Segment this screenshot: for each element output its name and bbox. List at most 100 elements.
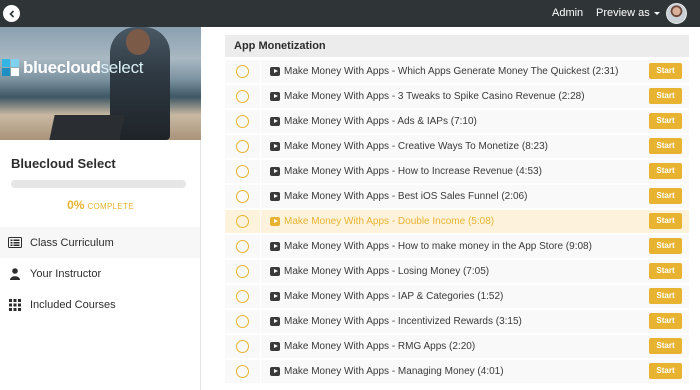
- lecture-title[interactable]: Make Money With Apps - Double Income (5:…: [284, 215, 494, 228]
- avatar[interactable]: [666, 3, 687, 24]
- lecture-row[interactable]: Make Money With Apps - IAP & Categories …: [225, 285, 689, 308]
- lecture-row[interactable]: Make Money With Apps - Creative Ways To …: [225, 135, 689, 158]
- row-divider: [260, 60, 261, 83]
- completion-circle-icon[interactable]: [236, 115, 249, 128]
- start-button[interactable]: Start: [649, 213, 682, 229]
- start-button[interactable]: Start: [649, 363, 682, 379]
- row-divider: [260, 285, 261, 308]
- video-play-icon: [270, 267, 280, 276]
- video-play-icon: [270, 217, 280, 226]
- completion-circle-icon[interactable]: [236, 240, 249, 253]
- progress-percent: 0%: [67, 198, 85, 212]
- lecture-title[interactable]: Make Money With Apps - IAP & Categories …: [284, 290, 503, 303]
- row-divider: [260, 235, 261, 258]
- video-play-icon: [270, 292, 280, 301]
- course-title: Bluecloud Select: [11, 156, 116, 171]
- start-button[interactable]: Start: [649, 63, 682, 79]
- curriculum-icon: [8, 236, 22, 250]
- video-play-icon: [270, 92, 280, 101]
- hero-laptop: [49, 115, 125, 140]
- video-play-icon: [270, 167, 280, 176]
- lecture-title[interactable]: Make Money With Apps - Managing Money (4…: [284, 365, 504, 378]
- row-divider: [260, 210, 261, 233]
- start-button[interactable]: Start: [649, 188, 682, 204]
- lecture-row[interactable]: Make Money With Apps - Incentivized Rewa…: [225, 310, 689, 333]
- lecture-title[interactable]: Make Money With Apps - Creative Ways To …: [284, 140, 548, 153]
- lecture-row[interactable]: Make Money With Apps - How to Increase R…: [225, 160, 689, 183]
- video-play-icon: [270, 117, 280, 126]
- lecture-title[interactable]: Make Money With Apps - Losing Money (7:0…: [284, 265, 489, 278]
- lecture-row[interactable]: Make Money With Apps - 3 Tweaks to Spike…: [225, 85, 689, 108]
- logo-mark-icon: [2, 59, 20, 77]
- start-button[interactable]: Start: [649, 163, 682, 179]
- lecture-row[interactable]: Make Money With Apps - RMG Apps (2:20) St…: [225, 335, 689, 358]
- lecture-title[interactable]: Make Money With Apps - RMG Apps (2:20): [284, 340, 475, 353]
- row-divider: [260, 135, 261, 158]
- hero-person-head: [126, 29, 150, 55]
- lecture-row[interactable]: Make Money With Apps - Double Income (5:…: [225, 210, 689, 233]
- lecture-row[interactable]: Make Money With Apps - Ads & IAPs (7:10)…: [225, 110, 689, 133]
- start-button[interactable]: Start: [649, 238, 682, 254]
- video-play-icon: [270, 242, 280, 251]
- row-divider: [260, 185, 261, 208]
- completion-circle-icon[interactable]: [236, 365, 249, 378]
- lecture-row[interactable]: Make Money With Apps - Which Apps Genera…: [225, 60, 689, 83]
- preview-as-label: Preview as: [596, 7, 650, 19]
- progress-bar: [11, 180, 186, 188]
- completion-circle-icon[interactable]: [236, 290, 249, 303]
- top-bar: Admin Preview as: [0, 0, 700, 27]
- completion-circle-icon[interactable]: [236, 265, 249, 278]
- lecture-title[interactable]: Make Money With Apps - How to Increase R…: [284, 165, 542, 178]
- row-divider: [260, 160, 261, 183]
- start-button[interactable]: Start: [649, 113, 682, 129]
- section-title: App Monetization: [225, 35, 689, 57]
- caret-down-icon: [653, 11, 660, 15]
- logo-wordmark: bluecloudselect: [23, 58, 143, 78]
- start-button[interactable]: Start: [649, 88, 682, 104]
- lecture-title[interactable]: Make Money With Apps - How to make money…: [284, 240, 592, 253]
- user-icon: [8, 267, 22, 281]
- start-button[interactable]: Start: [649, 263, 682, 279]
- curriculum-panel: App Monetization Make Money With Apps - …: [201, 27, 700, 390]
- progress-text: 0% COMPLETE: [0, 196, 201, 214]
- row-divider: [260, 360, 261, 383]
- completion-circle-icon[interactable]: [236, 65, 249, 78]
- completion-circle-icon[interactable]: [236, 215, 249, 228]
- completion-circle-icon[interactable]: [236, 315, 249, 328]
- completion-circle-icon[interactable]: [236, 165, 249, 178]
- nav-class-curriculum[interactable]: Class Curriculum: [0, 227, 200, 258]
- logo-part-1: bluecloud: [23, 58, 101, 77]
- lecture-title[interactable]: Make Money With Apps - Which Apps Genera…: [284, 65, 618, 78]
- completion-circle-icon[interactable]: [236, 140, 249, 153]
- completion-circle-icon[interactable]: [236, 340, 249, 353]
- grid-icon: [8, 298, 22, 312]
- row-divider: [260, 310, 261, 333]
- nav-label: Your Instructor: [30, 267, 102, 280]
- completion-circle-icon[interactable]: [236, 190, 249, 203]
- video-play-icon: [270, 142, 280, 151]
- lecture-row[interactable]: Make Money With Apps - Managing Money (4…: [225, 360, 689, 383]
- admin-link[interactable]: Admin: [552, 7, 583, 20]
- nav-your-instructor[interactable]: Your Instructor: [0, 258, 200, 289]
- video-play-icon: [270, 192, 280, 201]
- lecture-title[interactable]: Make Money With Apps - Best iOS Sales Fu…: [284, 190, 527, 203]
- back-button[interactable]: [3, 5, 20, 22]
- video-play-icon: [270, 342, 280, 351]
- lecture-title[interactable]: Make Money With Apps - Incentivized Rewa…: [284, 315, 522, 328]
- lecture-title[interactable]: Make Money With Apps - 3 Tweaks to Spike…: [284, 90, 585, 103]
- video-play-icon: [270, 67, 280, 76]
- start-button[interactable]: Start: [649, 138, 682, 154]
- start-button[interactable]: Start: [649, 313, 682, 329]
- start-button[interactable]: Start: [649, 338, 682, 354]
- lecture-row[interactable]: Make Money With Apps - Losing Money (7:0…: [225, 260, 689, 283]
- start-button[interactable]: Start: [649, 288, 682, 304]
- nav-included-courses[interactable]: Included Courses: [0, 289, 200, 320]
- preview-as-dropdown[interactable]: Preview as: [596, 7, 660, 20]
- sidebar: bluecloudselect Bluecloud Select 0% COMPL…: [0, 27, 201, 390]
- lecture-row[interactable]: Make Money With Apps - Best iOS Sales Fu…: [225, 185, 689, 208]
- lecture-title[interactable]: Make Money With Apps - Ads & IAPs (7:10): [284, 115, 477, 128]
- lecture-row[interactable]: Make Money With Apps - How to make money…: [225, 235, 689, 258]
- nav-label: Class Curriculum: [30, 236, 114, 249]
- completion-circle-icon[interactable]: [236, 90, 249, 103]
- video-play-icon: [270, 317, 280, 326]
